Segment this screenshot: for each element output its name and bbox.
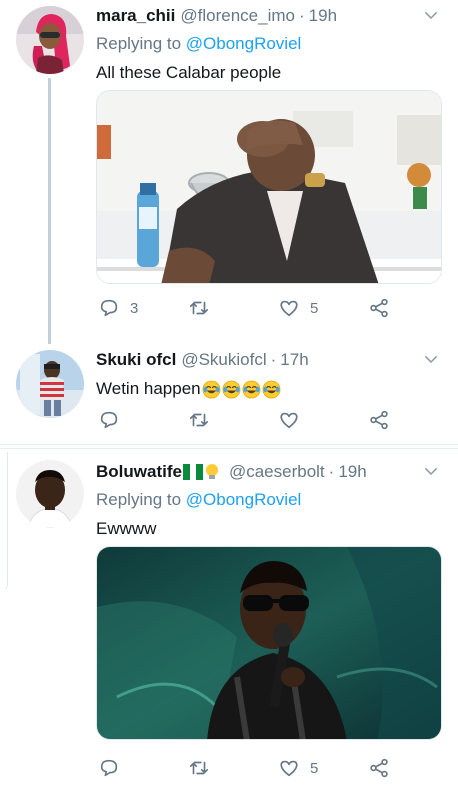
face-with-tears-of-joy-icon xyxy=(222,380,241,398)
reply-button[interactable] xyxy=(98,757,120,779)
replying-to-mention[interactable]: @ObongRoviel xyxy=(186,490,302,509)
chevron-down-icon[interactable] xyxy=(422,462,440,480)
author-name[interactable]: Boluwatife xyxy=(96,462,182,482)
timestamp[interactable]: 17h xyxy=(280,350,308,370)
chevron-down-icon[interactable] xyxy=(422,6,440,24)
replying-to-mention[interactable]: @ObongRoviel xyxy=(186,34,302,53)
retweet-button[interactable] xyxy=(188,297,210,319)
reply-button[interactable]: 3 xyxy=(98,297,138,319)
tweet-mara-chii[interactable]: mara_chii @florence_imo · 19h Replying t… xyxy=(0,0,458,344)
heart-icon xyxy=(280,412,298,429)
tweet-skuki-ofcl[interactable]: Skuki ofcl @Skukiofcl · 17h Wetin happen xyxy=(0,340,458,440)
emoji-row xyxy=(202,380,282,399)
retweet-icon xyxy=(189,761,209,775)
author-handle[interactable]: @florence_imo xyxy=(180,6,295,26)
tweet-text-row: Wetin happen xyxy=(96,378,444,400)
separator-dot: · xyxy=(298,6,305,25)
reply-icon xyxy=(100,411,118,429)
author-name[interactable]: Skuki ofcl xyxy=(96,350,176,370)
tweet-divider xyxy=(0,448,458,449)
author-handle[interactable]: @Skukiofcl xyxy=(181,350,266,370)
like-count: 5 xyxy=(310,759,319,777)
tweet-text: Ewwww xyxy=(96,519,157,538)
thread-line xyxy=(48,78,51,344)
reply-icon xyxy=(100,759,118,777)
share-icon xyxy=(370,298,388,318)
avatar[interactable] xyxy=(16,460,84,528)
tweet-media-photo[interactable] xyxy=(96,546,442,740)
share-icon xyxy=(370,758,388,778)
heart-icon xyxy=(280,760,298,777)
tweet-boluwatife[interactable]: Boluwatife @caeserbolt · 19h Replying to… xyxy=(0,452,458,800)
retweet-icon xyxy=(189,301,209,315)
face-with-tears-of-joy-icon xyxy=(262,380,281,398)
reply-count: 3 xyxy=(130,299,139,317)
author-handle[interactable]: @caeserbolt xyxy=(229,462,325,482)
replying-to: Replying to @ObongRoviel xyxy=(96,490,444,512)
share-icon xyxy=(370,410,388,430)
avatar[interactable] xyxy=(16,350,84,418)
like-button[interactable]: 5 xyxy=(278,757,318,779)
chevron-down-icon[interactable] xyxy=(422,350,440,368)
separator-dot: · xyxy=(328,462,335,481)
face-with-tears-of-joy-icon xyxy=(242,380,261,398)
share-button[interactable] xyxy=(368,297,390,319)
replying-to: Replying to @ObongRoviel xyxy=(96,34,444,56)
reply-icon xyxy=(100,299,118,317)
replying-to-prefix: Replying to xyxy=(96,490,186,509)
timestamp[interactable]: 19h xyxy=(338,462,366,482)
like-count: 5 xyxy=(310,299,319,317)
share-button[interactable] xyxy=(368,757,390,779)
like-button[interactable]: 5 xyxy=(278,297,318,319)
tweet-text: Wetin happen xyxy=(96,379,201,398)
face-with-tears-of-joy-icon xyxy=(202,380,221,398)
avatar[interactable] xyxy=(16,6,84,74)
reply-button[interactable] xyxy=(98,409,120,431)
tweet-divider xyxy=(0,444,458,445)
like-button[interactable] xyxy=(278,409,300,431)
retweet-button[interactable] xyxy=(188,757,210,779)
nigeria-flag-icon xyxy=(182,464,203,480)
retweet-icon xyxy=(189,413,209,427)
share-button[interactable] xyxy=(368,409,390,431)
tweet-media-photo[interactable] xyxy=(96,90,442,284)
heart-icon xyxy=(280,300,298,317)
author-name[interactable]: mara_chii xyxy=(96,6,175,26)
lightbulb-icon xyxy=(205,464,218,479)
retweet-button[interactable] xyxy=(188,409,210,431)
replying-to-prefix: Replying to xyxy=(96,34,186,53)
timestamp[interactable]: 19h xyxy=(309,6,337,26)
separator-dot: · xyxy=(270,350,277,369)
tweet-text: All these Calabar people xyxy=(96,63,282,82)
